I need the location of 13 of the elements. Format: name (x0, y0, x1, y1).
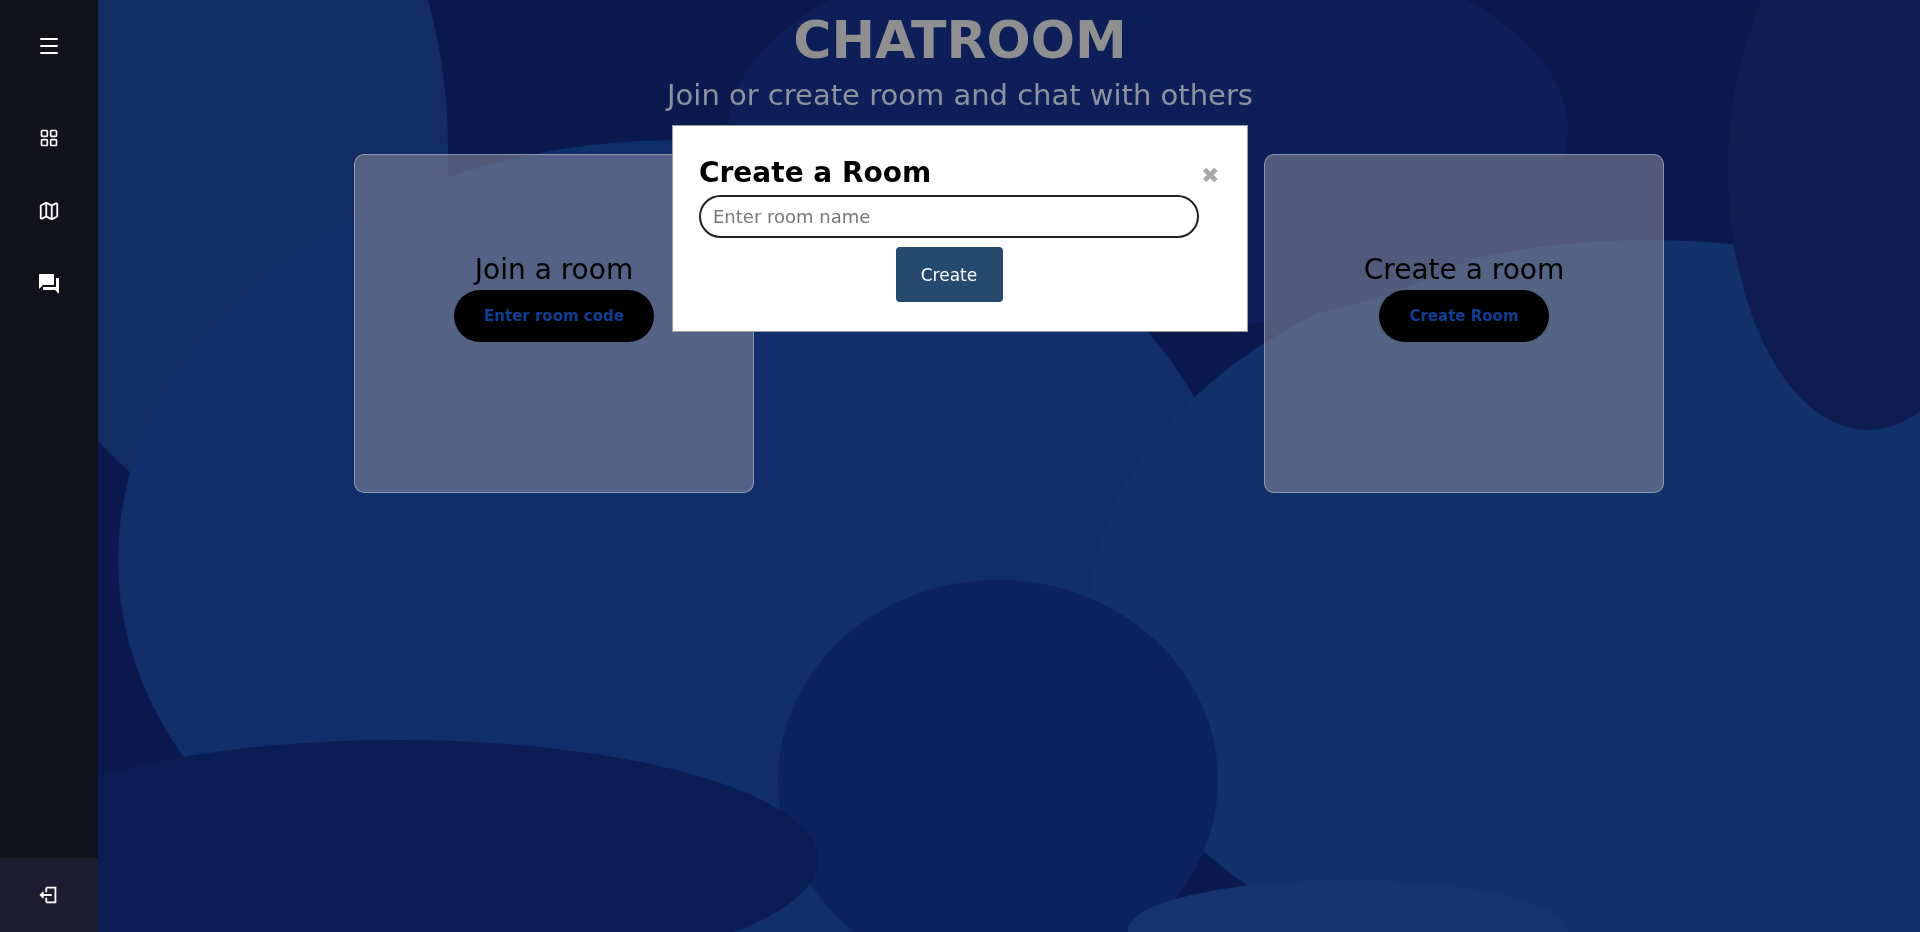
room-name-field[interactable]: Enter room name (699, 195, 1199, 238)
card-heading: Create a room (1363, 253, 1565, 286)
chat-icon[interactable] (37, 272, 61, 296)
close-button[interactable]: ✖ (1201, 163, 1219, 189)
create-button[interactable]: Create (895, 247, 1003, 302)
card-button[interactable]: Create Room (1379, 290, 1549, 342)
grid-icon[interactable] (39, 128, 59, 148)
page-subtitle: Join or create room and chat with others (667, 78, 1253, 112)
card-heading: Join a room (474, 253, 634, 286)
map-icon[interactable] (38, 200, 60, 222)
dialog-title: Create a Room (699, 156, 932, 189)
card-button[interactable]: Enter room code (454, 290, 654, 342)
page-title: CHATROOM (793, 10, 1127, 70)
